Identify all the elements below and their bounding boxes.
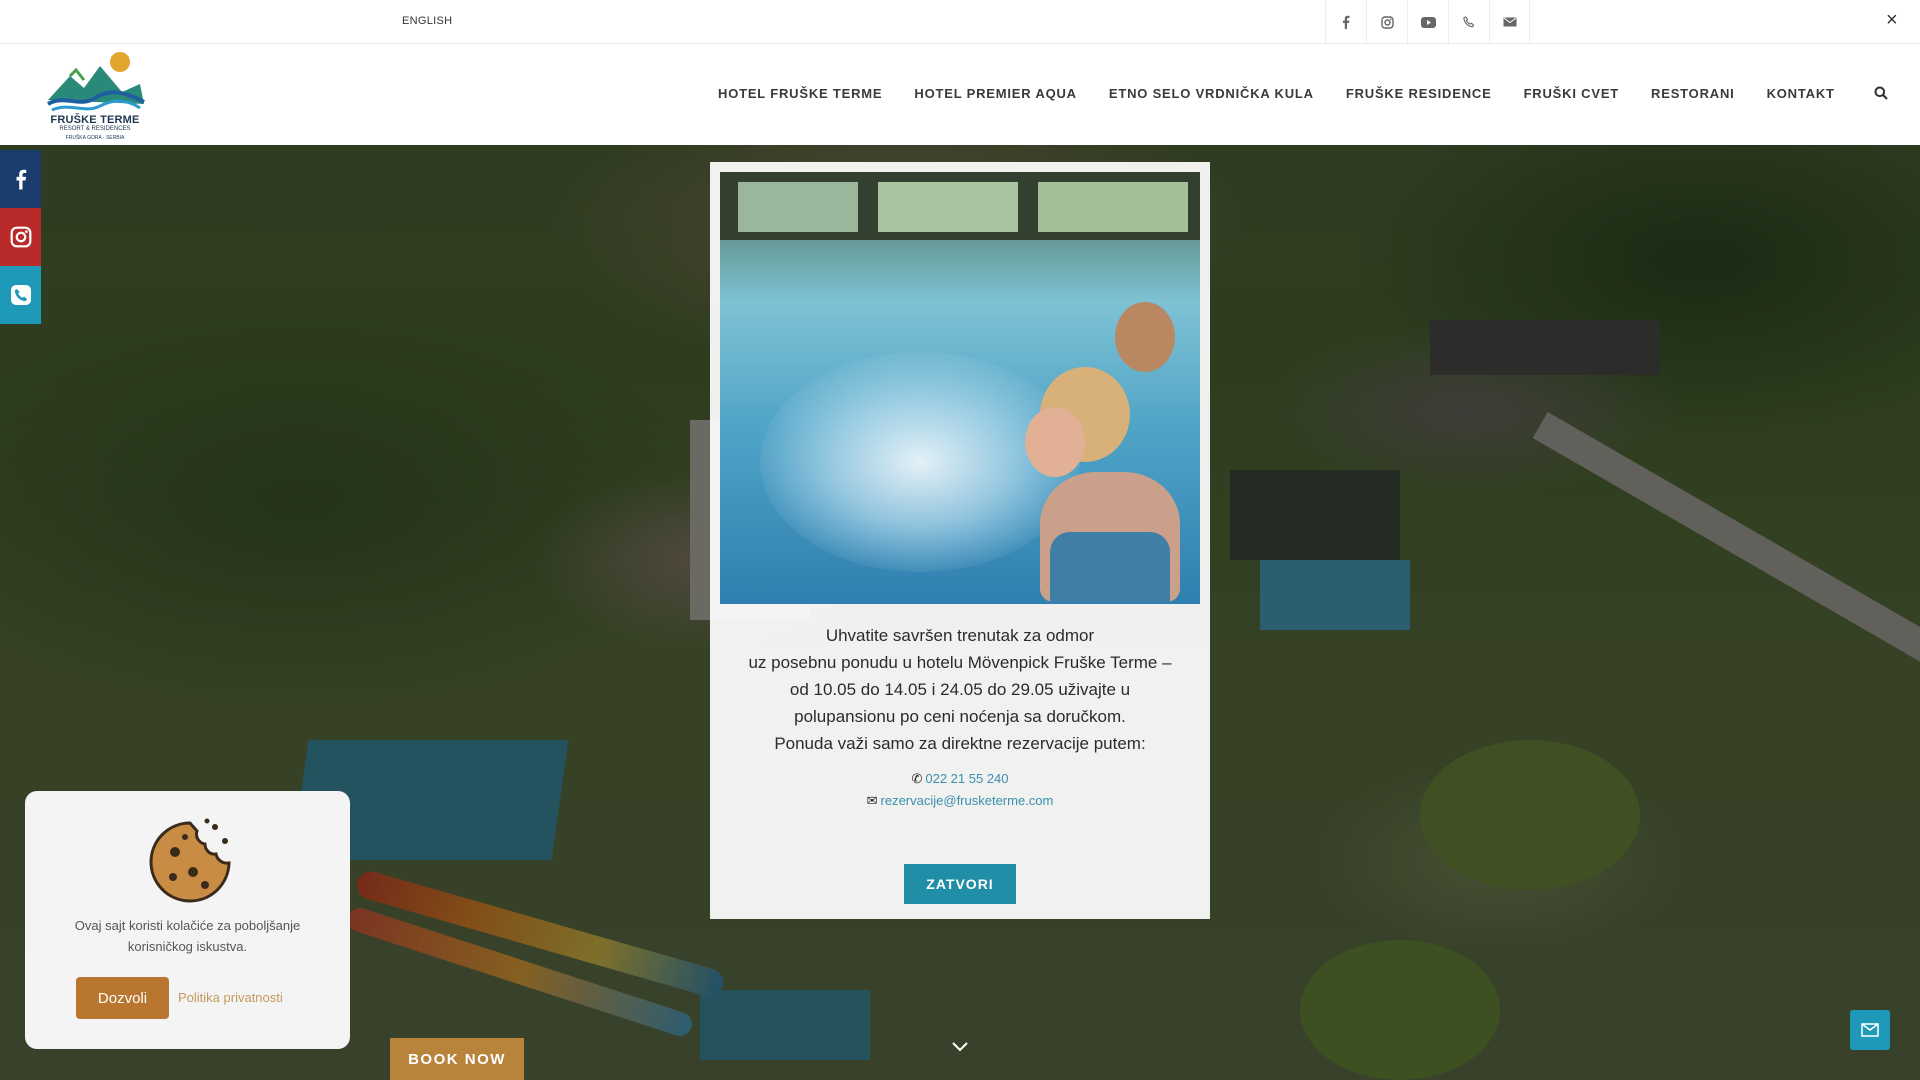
- email-icon[interactable]: [1489, 0, 1530, 44]
- nav-item-kontakt[interactable]: KONTAKT: [1767, 86, 1835, 101]
- top-bar: ENGLISH ×: [0, 0, 1920, 44]
- site-header: FRUŠKE TERME RESORT & RESIDENCES FRUŠKA …: [0, 44, 1920, 145]
- nav-item-restorani[interactable]: RESTORANI: [1651, 86, 1735, 101]
- phone-icon: ✆: [911, 771, 923, 786]
- nav-item-hotel-fruske-terme[interactable]: HOTEL FRUŠKE TERME: [718, 86, 882, 101]
- promo-line: polupansionu po ceni noćenja sa doručkom…: [794, 707, 1126, 726]
- phone-icon[interactable]: [1448, 0, 1489, 44]
- man-figure: [1115, 302, 1175, 372]
- envelope-icon: ✉: [866, 793, 878, 808]
- facebook-icon[interactable]: [1325, 0, 1366, 44]
- logo-tagline: FRUŠKA GORA · SERBIA: [65, 135, 125, 141]
- cookie-text: Ovaj sajt koristi kolačiće za poboljšanj…: [74, 918, 301, 954]
- instagram-icon[interactable]: [0, 208, 41, 266]
- close-modal-button[interactable]: ZATVORI: [904, 864, 1016, 904]
- search-icon[interactable]: [1874, 86, 1892, 104]
- nav-item-etno-selo[interactable]: ETNO SELO VRDNIČKA KULA: [1109, 86, 1314, 101]
- logo-brand: FRUŠKE TERME: [50, 114, 140, 126]
- logo-subtitle: RESORT & RESIDENCES: [59, 126, 131, 132]
- promo-modal: Uhvatite savršen trenutak za odmor uz po…: [710, 162, 1210, 919]
- main-nav: HOTEL FRUŠKE TERME HOTEL PREMIER AQUA ET…: [718, 86, 1835, 101]
- site-logo[interactable]: FRUŠKE TERME RESORT & RESIDENCES FRUŠKA …: [40, 48, 150, 144]
- promo-line: od 10.05 do 14.05 i 24.05 do 29.05 uživa…: [789, 680, 1131, 699]
- swimsuit: [1050, 532, 1170, 602]
- nav-item-fruske-residence[interactable]: FRUŠKE RESIDENCE: [1346, 86, 1492, 101]
- logo-mark-icon: [46, 52, 145, 112]
- envelope-icon: [1861, 1023, 1879, 1037]
- youtube-icon[interactable]: [1407, 0, 1448, 44]
- woman-face: [1025, 407, 1085, 477]
- promo-text: Uhvatite savršen trenutak za odmor uz po…: [720, 622, 1200, 757]
- window-pane: [878, 182, 1018, 232]
- allow-cookies-button[interactable]: Dozvoli: [76, 977, 169, 1019]
- privacy-policy-link[interactable]: Politika privatnosti: [178, 990, 283, 1005]
- nav-item-fruski-cvet[interactable]: FRUŠKI CVET: [1524, 86, 1619, 101]
- promo-line: Uhvatite savršen trenutak za odmor: [825, 626, 1095, 645]
- nav-item-hotel-premier-aqua[interactable]: HOTEL PREMIER AQUA: [914, 86, 1076, 101]
- promo-phone-link[interactable]: 022 21 55 240: [925, 771, 1008, 786]
- floating-social-bar: [0, 150, 41, 324]
- contact-mail-button[interactable]: [1850, 1010, 1890, 1050]
- top-social-icons: [1325, 0, 1530, 44]
- cookie-consent: Ovaj sajt koristi kolačiće za poboljšanj…: [25, 791, 350, 1049]
- promo-line: uz posebnu ponudu u hotelu Mövenpick Fru…: [748, 653, 1172, 672]
- close-icon[interactable]: ×: [1886, 10, 1898, 30]
- promo-email-link[interactable]: rezervacije@frusketerme.com: [881, 793, 1054, 808]
- language-switch[interactable]: ENGLISH: [402, 15, 452, 27]
- promo-image: [720, 172, 1200, 604]
- promo-line: Ponuda važi samo za direktne rezervacije…: [774, 734, 1146, 753]
- facebook-icon[interactable]: [0, 150, 41, 208]
- promo-contact: ✆ 022 21 55 240 ✉ rezervacije@frusketerme.…: [720, 768, 1200, 812]
- phone-icon[interactable]: [0, 266, 41, 324]
- cookie-icon: [149, 818, 231, 903]
- chevron-down-icon[interactable]: [950, 1040, 970, 1054]
- instagram-icon[interactable]: [1366, 0, 1407, 44]
- book-now-button[interactable]: BOOK NOW: [390, 1038, 524, 1080]
- window-pane: [1038, 182, 1188, 232]
- window-pane: [738, 182, 858, 232]
